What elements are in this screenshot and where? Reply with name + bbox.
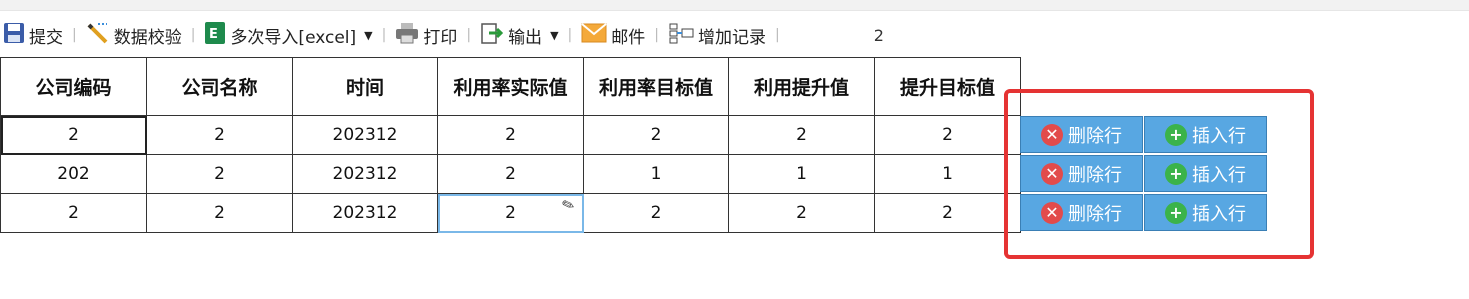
table-cell[interactable]: 2 bbox=[146, 193, 293, 233]
mail-label: 邮件 bbox=[611, 27, 646, 48]
print-button[interactable]: 打印 bbox=[392, 22, 460, 49]
plus-circle-icon: + bbox=[1165, 123, 1187, 146]
delete-circle-icon: ✕ bbox=[1041, 162, 1063, 185]
column-header-time[interactable]: 时间 bbox=[292, 57, 438, 116]
plus-circle-icon: + bbox=[1165, 201, 1187, 224]
svg-text:E: E bbox=[209, 27, 218, 42]
pencil-icon: ✎ bbox=[559, 194, 578, 216]
save-icon bbox=[3, 22, 25, 49]
table-cell[interactable]: 2 bbox=[146, 154, 293, 194]
table-cell[interactable]: 2 bbox=[728, 115, 875, 155]
table-cell[interactable]: 202312 bbox=[292, 115, 438, 155]
delete-row-button[interactable]: ✕ 删除行 bbox=[1020, 155, 1143, 192]
column-header-improvement-target[interactable]: 提升目标值 bbox=[874, 57, 1021, 116]
table-cell[interactable]: 1 bbox=[728, 154, 875, 194]
column-header-company-name[interactable]: 公司名称 bbox=[146, 57, 293, 116]
column-header-company-code[interactable]: 公司编码 bbox=[0, 57, 147, 116]
toolbar-divider: | bbox=[567, 27, 573, 43]
toolbar-divider: | bbox=[774, 27, 780, 43]
data-table: 公司编码 公司名称 时间 利用率实际值 利用率目标值 利用提升值 提升目标值 2… bbox=[0, 57, 1021, 233]
delete-row-label: 删除行 bbox=[1068, 203, 1122, 225]
export-label: 输出 bbox=[508, 27, 543, 48]
insert-row-button[interactable]: + 插入行 bbox=[1144, 194, 1267, 231]
column-header-improvement-value[interactable]: 利用提升值 bbox=[728, 57, 875, 116]
mail-button[interactable]: 邮件 bbox=[578, 22, 648, 48]
delete-row-button[interactable]: ✕ 删除行 bbox=[1020, 194, 1143, 231]
toolbar-divider: | bbox=[466, 27, 472, 43]
toolbar: 提交 | 数据校验 | E 多次导入[excel] ▼ | 打印 | 输出 ▼ … bbox=[0, 14, 1469, 56]
export-dropdown[interactable]: 输出 ▼ bbox=[477, 21, 561, 50]
insert-row-label: 插入行 bbox=[1192, 125, 1246, 147]
insert-row-label: 插入行 bbox=[1192, 203, 1246, 225]
chevron-down-icon: ▼ bbox=[550, 28, 559, 42]
chevron-down-icon: ▼ bbox=[364, 28, 373, 42]
envelope-icon bbox=[581, 22, 607, 48]
row-actions-1: ✕ 删除行 + 插入行 bbox=[1020, 116, 1267, 155]
table-cell[interactable]: 2 bbox=[874, 193, 1021, 233]
insert-row-button[interactable]: + 插入行 bbox=[1144, 116, 1267, 153]
validate-label: 数据校验 bbox=[113, 27, 182, 48]
table-cell[interactable]: 2 bbox=[0, 115, 147, 155]
header-row: 公司编码 公司名称 时间 利用率实际值 利用率目标值 利用提升值 提升目标值 bbox=[0, 57, 1021, 116]
cell-value: 2 bbox=[505, 203, 516, 223]
excel-icon: E bbox=[204, 21, 226, 50]
insert-row-button[interactable]: + 插入行 bbox=[1144, 155, 1267, 192]
table-cell[interactable]: 2 bbox=[146, 115, 293, 155]
add-record-label: 增加记录 bbox=[697, 27, 766, 48]
table-row: 2 2 202312 2 2 2 2 bbox=[0, 115, 1021, 155]
table-cell[interactable]: 2 bbox=[874, 115, 1021, 155]
table-row: 2 2 202312 2 ✎ 2 2 2 bbox=[0, 193, 1021, 233]
row-actions-3: ✕ 删除行 + 插入行 bbox=[1020, 194, 1267, 233]
add-record-button[interactable]: 增加记录 bbox=[665, 22, 769, 49]
page-number: 2 bbox=[873, 25, 884, 45]
row-actions-2: ✕ 删除行 + 插入行 bbox=[1020, 155, 1267, 194]
table-cell[interactable]: 202312 bbox=[292, 154, 438, 194]
table-cell[interactable]: 1 bbox=[874, 154, 1021, 194]
table-cell-editing[interactable]: 2 ✎ bbox=[437, 193, 584, 233]
top-bar bbox=[0, 0, 1469, 11]
table-cell[interactable]: 2 bbox=[0, 193, 147, 233]
toolbar-divider: | bbox=[654, 27, 659, 43]
print-label: 打印 bbox=[423, 27, 458, 48]
column-header-utilization-actual[interactable]: 利用率实际值 bbox=[437, 57, 584, 116]
submit-label: 提交 bbox=[29, 27, 63, 48]
row-actions: ✕ 删除行 + 插入行 ✕ 删除行 + 插入行 ✕ 删除行 + 插入行 bbox=[1020, 116, 1267, 233]
table-cell[interactable]: 2 bbox=[437, 115, 584, 155]
delete-row-label: 删除行 bbox=[1068, 125, 1122, 147]
add-record-icon bbox=[668, 22, 694, 49]
printer-icon bbox=[395, 22, 419, 49]
submit-button[interactable]: 提交 bbox=[0, 22, 66, 49]
import-label: 多次导入[excel] bbox=[230, 27, 357, 48]
table-cell[interactable]: 2 bbox=[437, 154, 584, 194]
table-row: 202 2 202312 2 1 1 1 bbox=[0, 154, 1021, 194]
toolbar-divider: | bbox=[190, 27, 196, 43]
delete-row-button[interactable]: ✕ 删除行 bbox=[1020, 116, 1143, 153]
table-cell[interactable]: 1 bbox=[583, 154, 729, 194]
delete-circle-icon: ✕ bbox=[1041, 201, 1063, 224]
delete-circle-icon: ✕ bbox=[1041, 123, 1063, 146]
toolbar-divider: | bbox=[72, 27, 77, 43]
table-cell[interactable]: 2 bbox=[583, 193, 729, 233]
export-icon bbox=[480, 21, 504, 50]
validate-button[interactable]: 数据校验 bbox=[83, 21, 185, 50]
table-cell[interactable]: 2 bbox=[583, 115, 729, 155]
plus-circle-icon: + bbox=[1165, 162, 1187, 185]
import-excel-dropdown[interactable]: E 多次导入[excel] ▼ bbox=[201, 21, 375, 50]
insert-row-label: 插入行 bbox=[1192, 164, 1246, 186]
column-header-utilization-target[interactable]: 利用率目标值 bbox=[583, 57, 729, 116]
table-cell[interactable]: 202 bbox=[0, 154, 147, 194]
table-cell[interactable]: 202312 bbox=[292, 193, 438, 233]
delete-row-label: 删除行 bbox=[1068, 164, 1122, 186]
toolbar-divider: | bbox=[381, 27, 387, 43]
table-cell[interactable]: 2 bbox=[728, 193, 875, 233]
pencil-check-icon bbox=[86, 21, 110, 50]
